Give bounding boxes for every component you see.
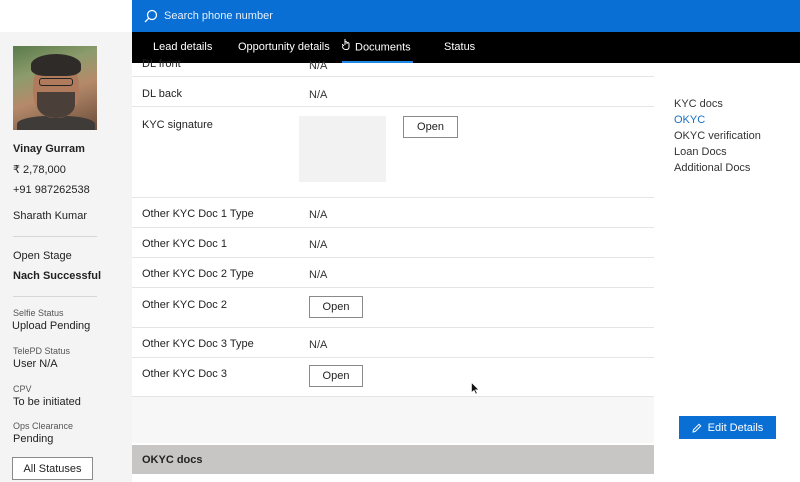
agent-name: Sharath Kumar	[13, 210, 87, 222]
row-label: DL back	[142, 88, 182, 100]
nav-loan-docs[interactable]: Loan Docs	[674, 146, 727, 158]
row-value: N/A	[309, 60, 328, 72]
mouse-cursor-icon	[471, 381, 480, 398]
row-label: Other KYC Doc 3 Type	[142, 338, 254, 350]
status-value: Pending	[13, 433, 54, 445]
divider	[13, 296, 97, 297]
open-signature-button[interactable]: Open	[403, 116, 458, 138]
customer-name: Vinay Gurram	[13, 143, 85, 155]
table-row: Other KYC Doc 2 Open	[132, 288, 654, 328]
table-row: KYC signature Open	[132, 107, 654, 198]
nav-kyc-docs[interactable]: KYC docs	[674, 98, 723, 110]
search-bar	[132, 0, 800, 32]
table-row: DL back N/A	[132, 77, 654, 107]
row-label: Other KYC Doc 1 Type	[142, 208, 254, 220]
row-label: Other KYC Doc 1	[142, 238, 227, 250]
status-value: User N/A	[13, 358, 58, 370]
table-row: Other KYC Doc 2 Type N/A	[132, 258, 654, 288]
row-value: N/A	[309, 89, 328, 101]
table-row: Other KYC Doc 3 Type N/A	[132, 328, 654, 358]
profile-panel: Vinay Gurram ₹ 2,78,000 +91 987262538 Sh…	[0, 32, 132, 482]
tab-documents[interactable]: Documents	[340, 32, 413, 63]
row-label: Other KYC Doc 3	[142, 368, 227, 380]
search-icon[interactable]	[144, 9, 158, 23]
hand-pointer-icon	[340, 32, 351, 63]
loan-amount: ₹ 2,78,000	[13, 164, 66, 176]
row-value: N/A	[309, 269, 328, 281]
status-label: Ops Clearance	[13, 421, 74, 431]
status-label: CPV	[13, 384, 32, 394]
edit-details-button[interactable]: Edit Details	[679, 416, 776, 439]
signature-preview	[299, 116, 386, 182]
divider	[13, 236, 97, 237]
row-label: KYC signature	[142, 119, 213, 131]
avatar	[13, 46, 97, 130]
status-label: TelePD Status	[13, 346, 71, 356]
section-content	[132, 474, 654, 482]
documents-panel: DL front N/A DL back N/A KYC signature O…	[132, 58, 654, 482]
status-value: To be initiated	[13, 396, 81, 408]
nav-additional-docs[interactable]: Additional Docs	[674, 162, 750, 174]
customer-phone: +91 987262538	[13, 184, 90, 196]
tab-opportunity-details[interactable]: Opportunity details	[238, 32, 330, 63]
tab-bar: Lead details Opportunity details Documen…	[132, 32, 800, 63]
tab-label: Documents	[355, 41, 411, 54]
nav-okyc-verification[interactable]: OKYC verification	[674, 130, 761, 142]
table-row: Other KYC Doc 1 Type N/A	[132, 198, 654, 228]
tab-status[interactable]: Status	[444, 32, 475, 63]
row-label: Other KYC Doc 2 Type	[142, 268, 254, 280]
okyc-section-header: OKYC docs	[132, 445, 654, 474]
section-title: OKYC docs	[142, 454, 203, 466]
section-spacer	[132, 397, 654, 443]
table-row: Other KYC Doc 1 N/A	[132, 228, 654, 258]
top-bar	[0, 0, 800, 32]
section-nav: KYC docs OKYC OKYC verification Loan Doc…	[654, 63, 800, 482]
status-value: Upload Pending	[12, 320, 91, 332]
row-value: N/A	[309, 209, 328, 221]
open-doc3-button[interactable]: Open	[309, 365, 363, 387]
row-label: DL front	[142, 58, 181, 70]
row-label: Other KYC Doc 2	[142, 299, 227, 311]
stage-label: Open Stage	[13, 250, 72, 262]
open-doc2-button[interactable]: Open	[309, 296, 363, 318]
pencil-icon	[692, 423, 702, 433]
row-value: N/A	[309, 239, 328, 251]
table-row: Other KYC Doc 3 Open	[132, 358, 654, 397]
row-value: N/A	[309, 339, 328, 351]
nav-okyc[interactable]: OKYC	[674, 114, 705, 126]
edit-details-label: Edit Details	[707, 421, 764, 434]
stage-value: Nach Successful	[13, 270, 102, 282]
table-row: DL front N/A	[132, 58, 654, 77]
all-statuses-button[interactable]: All Statuses	[12, 457, 93, 480]
status-label: Selfie Status	[13, 308, 64, 318]
search-input[interactable]	[164, 10, 464, 22]
